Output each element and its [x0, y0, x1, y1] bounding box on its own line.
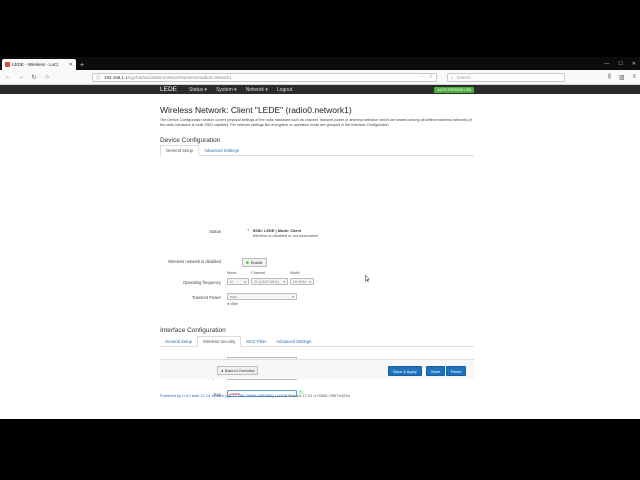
footer-release: / LEDE Reboot 17.01.4 r3560-79f57e422d: [274, 393, 350, 398]
browser-tab[interactable]: LEDE - Wireless - LuCI ✕: [2, 59, 76, 70]
tab-title: LEDE - Wireless - LuCI: [12, 62, 59, 67]
action-bar: ◂ Back to Overview Save & Apply Save Res…: [160, 359, 474, 379]
maximize-icon[interactable]: ☐: [618, 61, 622, 67]
url-host: 192.168.1.1: [104, 74, 128, 80]
back-arrow-icon: ◂: [221, 369, 223, 373]
window-controls: — ☐ ✕: [604, 61, 640, 70]
minimize-icon[interactable]: —: [604, 61, 609, 67]
close-window-icon[interactable]: ✕: [632, 61, 636, 67]
sidebar-icon[interactable]: ▥: [619, 74, 625, 81]
favicon-icon: [5, 62, 10, 67]
back-to-overview-label: Back to Overview: [224, 368, 255, 373]
menu-icon[interactable]: ≡: [632, 74, 636, 81]
close-tab-icon[interactable]: ✕: [69, 62, 73, 68]
save-apply-button[interactable]: Save & Apply: [388, 366, 422, 376]
info-icon[interactable]: ⓘ: [96, 74, 101, 81]
reset-button[interactable]: Reset: [446, 366, 467, 376]
footer: Powered by LuCI lede-17.01 branch (git-1…: [160, 393, 350, 398]
toolbar-icons: ⫼ ▥ ≡: [608, 74, 636, 81]
back-icon[interactable]: ←: [4, 74, 12, 80]
footer-powered-link[interactable]: Powered by LuCI lede-17.01 branch (git-1…: [160, 393, 274, 398]
save-button[interactable]: Save: [426, 366, 446, 376]
reload-icon[interactable]: ↻: [30, 74, 38, 81]
new-tab-button[interactable]: +: [76, 62, 88, 70]
library-icon[interactable]: ⫼: [608, 74, 611, 81]
mouse-cursor-icon: [365, 275, 370, 282]
back-to-overview-button[interactable]: ◂ Back to Overview: [217, 366, 259, 375]
home-icon[interactable]: ⌂: [43, 74, 51, 80]
forward-icon[interactable]: →: [17, 74, 25, 80]
